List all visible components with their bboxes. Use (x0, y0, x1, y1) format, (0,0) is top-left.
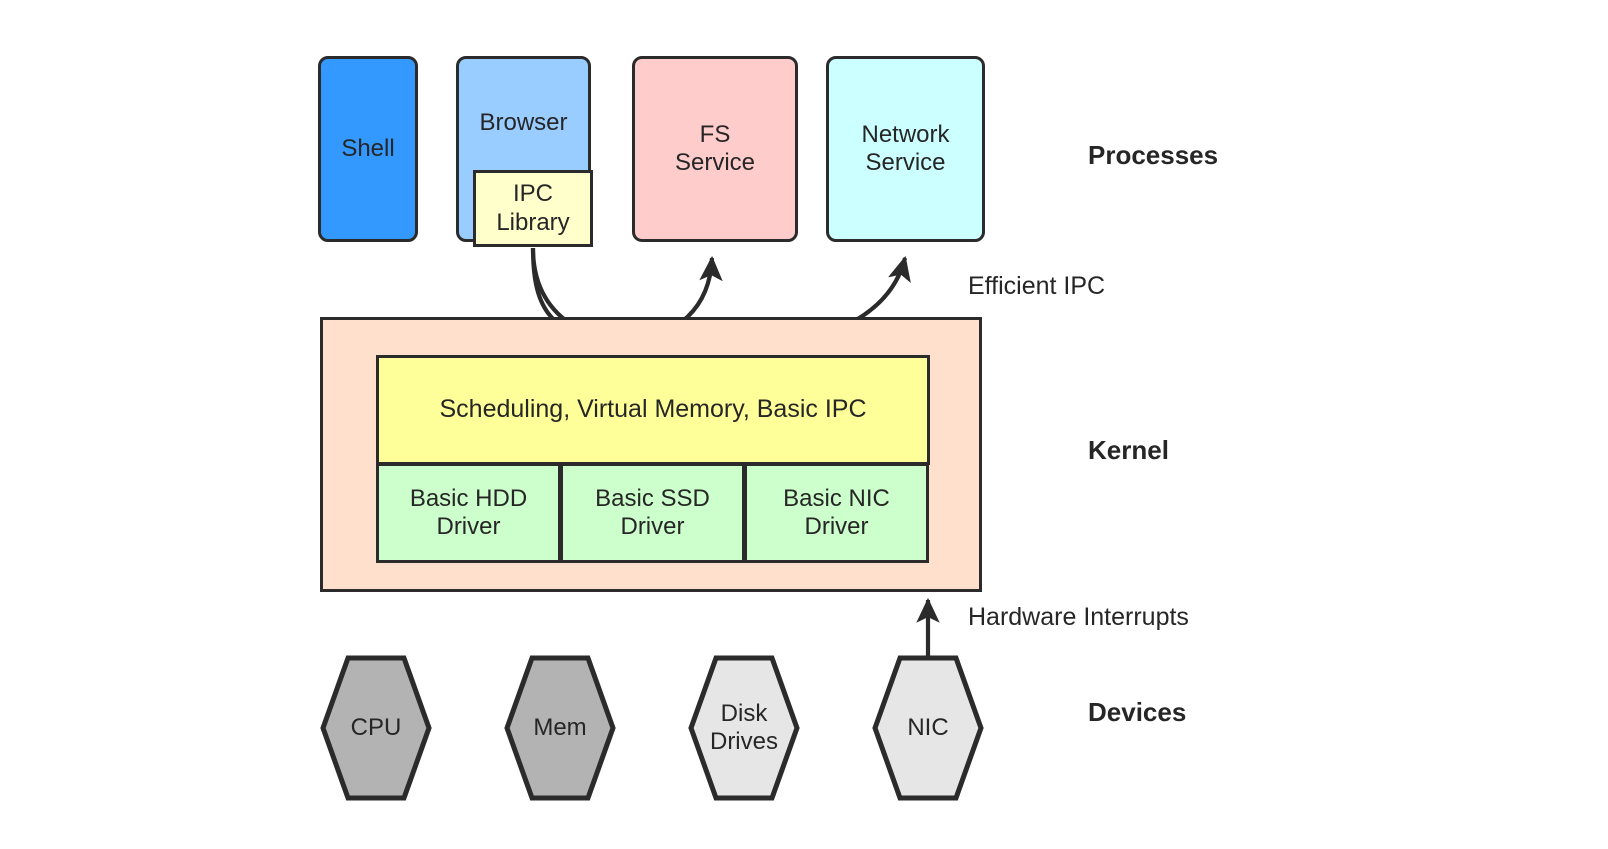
ipc-library-label: IPC Library (496, 180, 569, 237)
kernel-driver-ssd[interactable]: Basic SSD Driver (560, 463, 745, 563)
layer-label-processes: Processes (1088, 140, 1219, 170)
diagram-canvas: Shell Browser IPC Library FS Service Net… (0, 0, 1608, 849)
kernel-driver-hdd[interactable]: Basic HDD Driver (376, 463, 561, 563)
ipc-library-label-line2: Library (496, 208, 570, 236)
ipc-library-label-line1: IPC (512, 180, 553, 208)
fs-service-line1: FS (699, 120, 731, 148)
driver-ssd-line1: Basic SSD (595, 484, 710, 512)
disk-drives-line2: Drives (709, 728, 778, 755)
connector-label-efficient-ipc: Efficient IPC (968, 272, 1106, 300)
kernel-core-label: Scheduling, Virtual Memory, Basic IPC (439, 395, 867, 424)
device-mem[interactable]: Mem (504, 655, 616, 801)
process-box-fs-service[interactable]: FS Service (632, 56, 798, 242)
process-label-browser: Browser (479, 109, 568, 136)
layer-label-devices: Devices (1088, 697, 1187, 727)
process-box-network-service[interactable]: Network Service (826, 56, 985, 242)
fs-service-line2: Service (674, 149, 756, 176)
process-label-shell: Shell (341, 134, 395, 162)
device-cpu[interactable]: CPU (320, 655, 432, 801)
device-disk-drives[interactable]: Disk Drives (688, 655, 800, 801)
driver-nic-line1: Basic NIC (783, 484, 890, 512)
network-service-line2: Service (865, 149, 946, 176)
driver-ssd-line2: Driver (620, 513, 685, 540)
driver-nic-line2: Driver (804, 513, 869, 540)
kernel-driver-nic[interactable]: Basic NIC Driver (744, 463, 929, 563)
driver-hdd-line1: Basic HDD (409, 484, 528, 512)
kernel-driver-ssd-label: Basic SSD Driver (595, 485, 710, 542)
network-service-line1: Network (861, 120, 950, 148)
connector-label-hardware-interrupts: Hardware Interrupts (968, 603, 1189, 631)
device-label-nic: NIC (907, 713, 949, 741)
kernel-driver-hdd-label: Basic HDD Driver (410, 485, 527, 542)
process-box-shell[interactable]: Shell (318, 56, 418, 242)
device-nic[interactable]: NIC (872, 655, 984, 801)
device-label-mem: Mem (533, 713, 587, 741)
layer-label-kernel: Kernel (1088, 435, 1169, 465)
driver-hdd-line2: Driver (436, 513, 501, 540)
ipc-library-box[interactable]: IPC Library (473, 170, 593, 247)
device-label-disk-drives: Disk Drives (710, 700, 778, 757)
disk-drives-line1: Disk (720, 699, 768, 727)
device-label-cpu: CPU (350, 713, 402, 741)
process-label-network-service: Network Service (861, 121, 949, 178)
process-label-fs-service: FS Service (675, 121, 755, 178)
kernel-core-box[interactable]: Scheduling, Virtual Memory, Basic IPC (376, 355, 930, 465)
kernel-driver-nic-label: Basic NIC Driver (783, 485, 890, 542)
